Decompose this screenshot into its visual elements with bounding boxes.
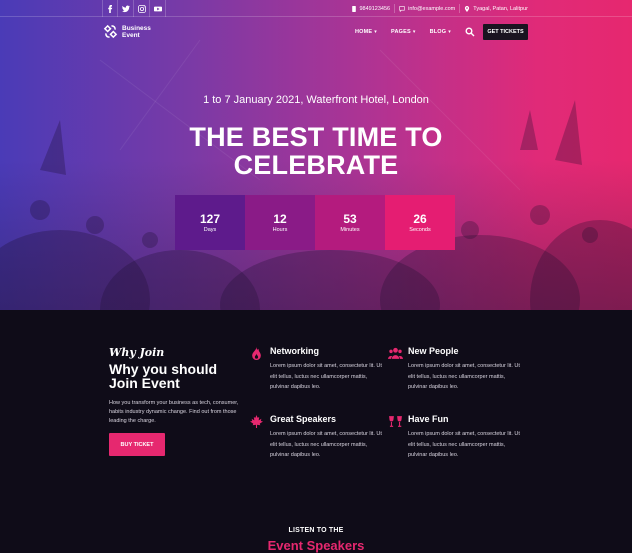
contact-info: 9849123456 info@example.com Tyagal, Pata… bbox=[347, 0, 528, 17]
email-address: info@example.com bbox=[408, 5, 456, 12]
countdown-label: Seconds bbox=[409, 226, 431, 233]
facebook-link[interactable] bbox=[102, 0, 118, 17]
countdown-value: 53 bbox=[343, 211, 357, 226]
countdown-label: Hours bbox=[272, 226, 288, 233]
brand-line2: Event bbox=[122, 31, 140, 39]
nav-item-blog[interactable]: BLOG ▾ bbox=[430, 29, 451, 35]
twitter-icon bbox=[121, 5, 130, 12]
event-date-location: 1 to 7 January 2021, Waterfront Hotel, L… bbox=[203, 94, 429, 106]
countdown-days: 127 Days bbox=[175, 195, 245, 250]
map-pin-icon bbox=[465, 5, 470, 12]
logo-mark-icon bbox=[103, 24, 118, 39]
countdown-minutes: 53 Minutes bbox=[315, 195, 385, 250]
why-title-line2: Join Event bbox=[109, 375, 180, 391]
feature-text: Lorem ipsum dolor sit amet, consectetur … bbox=[270, 363, 382, 390]
social-links bbox=[102, 0, 166, 17]
youtube-icon bbox=[153, 6, 162, 11]
countdown-value: 127 bbox=[199, 211, 221, 226]
phone-number: 9849123456 bbox=[359, 5, 391, 12]
nav-item-pages[interactable]: PAGES ▾ bbox=[391, 29, 416, 35]
feature-text: Lorem ipsum dolor sit amet, consectetur … bbox=[270, 431, 382, 458]
countdown-value: 12 bbox=[273, 211, 287, 226]
countdown-label: Minutes bbox=[340, 226, 360, 233]
why-join-description: How you transform your business as tech,… bbox=[109, 400, 239, 424]
instagram-icon bbox=[137, 4, 146, 13]
hero-title-line2: CELEBRATE bbox=[233, 150, 399, 180]
chevron-down-icon: ▾ bbox=[374, 29, 377, 35]
nav-item-home[interactable]: HOME ▾ bbox=[355, 29, 377, 35]
feature-title: New People bbox=[408, 346, 459, 356]
phone-contact[interactable]: 9849123456 bbox=[347, 4, 396, 13]
hero-title: THE BEST TIME TO CELEBRATE bbox=[0, 123, 632, 179]
address-contact: Tyagal, Patan, Lalitpur bbox=[460, 4, 528, 13]
get-tickets-button[interactable]: GET TICKETS bbox=[483, 24, 528, 40]
chat-icon bbox=[399, 5, 405, 12]
logo-text: Business Event bbox=[122, 25, 151, 39]
speakers-eyebrow: LISTEN TO THE bbox=[288, 527, 344, 534]
countdown-seconds: 26 Seconds bbox=[385, 195, 455, 250]
address-text: Tyagal, Patan, Lalitpur bbox=[473, 5, 528, 12]
brand-logo[interactable]: Business Event bbox=[103, 24, 151, 39]
main-nav: HOME ▾ PAGES ▾ BLOG ▾ GET TICKETS bbox=[355, 24, 528, 40]
email-contact[interactable]: info@example.com bbox=[395, 4, 461, 13]
feature-title: Networking bbox=[270, 346, 320, 356]
feature-title: Great Speakers bbox=[270, 414, 337, 424]
feature-title: Have Fun bbox=[408, 414, 449, 424]
facebook-icon bbox=[108, 4, 113, 13]
top-bar: 9849123456 info@example.com Tyagal, Pata… bbox=[0, 0, 632, 17]
search-icon[interactable] bbox=[465, 27, 475, 37]
countdown-hours: 12 Hours bbox=[245, 195, 315, 250]
feature-text: Lorem ipsum dolor sit amet, consectetur … bbox=[408, 431, 520, 458]
instagram-link[interactable] bbox=[134, 0, 150, 17]
countdown-label: Days bbox=[203, 226, 217, 233]
countdown-value: 26 bbox=[413, 211, 427, 226]
why-join-title: Why you should Join Event bbox=[109, 362, 217, 390]
maple-leaf-icon bbox=[250, 415, 263, 428]
nav-item-label: BLOG bbox=[429, 29, 447, 35]
nav-item-label: HOME bbox=[354, 29, 373, 35]
speakers-title: Event Speakers bbox=[267, 538, 365, 553]
people-icon bbox=[388, 347, 403, 359]
youtube-link[interactable] bbox=[150, 0, 166, 17]
buy-ticket-button[interactable]: BUY TICKET bbox=[109, 433, 165, 456]
chevron-down-icon: ▾ bbox=[448, 29, 451, 35]
twitter-link[interactable] bbox=[118, 0, 134, 17]
glasses-cheers-icon bbox=[389, 416, 402, 427]
brand-line1: Business bbox=[122, 24, 151, 32]
why-title-line1: Why you should bbox=[109, 361, 218, 377]
countdown-timer: 127 Days 12 Hours 53 Minutes 26 Seconds bbox=[175, 195, 455, 250]
phone-icon bbox=[351, 5, 356, 12]
nav-item-label: PAGES bbox=[391, 29, 411, 35]
flame-icon bbox=[252, 347, 261, 360]
why-join-script-heading: Why Join bbox=[109, 346, 165, 359]
hero-title-line1: THE BEST TIME TO bbox=[189, 122, 443, 152]
feature-text: Lorem ipsum dolor sit amet, consectetur … bbox=[408, 363, 520, 390]
chevron-down-icon: ▾ bbox=[412, 29, 416, 35]
